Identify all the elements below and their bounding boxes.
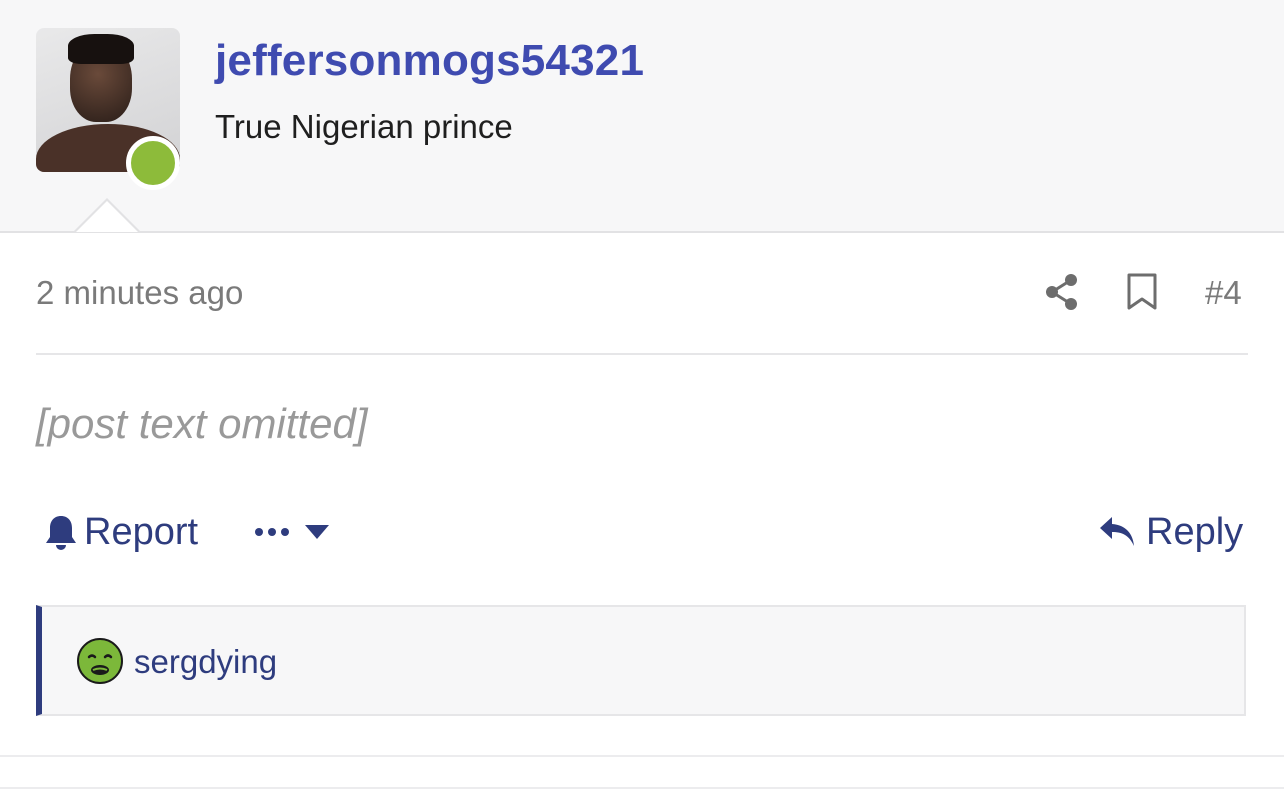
post-number-link[interactable]: #4	[1205, 274, 1242, 312]
avatar-hair	[68, 34, 134, 64]
post-body: [post text omitted]	[36, 400, 368, 447]
dots-icon	[255, 528, 289, 536]
post-user-header: jeffersonmogs54321 True Nigerian prince	[0, 0, 1284, 233]
bookmark-icon[interactable]	[1126, 273, 1158, 311]
reply-button[interactable]: Reply	[1098, 508, 1243, 556]
chevron-down-icon	[305, 525, 329, 539]
user-title: True Nigerian prince	[215, 108, 513, 145]
report-label: Report	[84, 510, 199, 553]
username-link[interactable]: jeffersonmogs54321	[215, 36, 644, 86]
reactions-bar[interactable]: sergdying	[36, 605, 1246, 716]
online-status-indicator	[126, 136, 180, 190]
divider	[36, 353, 1248, 355]
reply-label: Reply	[1146, 510, 1244, 553]
reaction-user-link[interactable]: sergdying	[134, 643, 277, 681]
header-caret-inner	[76, 201, 138, 232]
divider	[0, 755, 1284, 757]
share-icon[interactable]	[1044, 273, 1080, 311]
post-timestamp[interactable]: 2 minutes ago	[36, 274, 243, 312]
bell-icon	[46, 516, 76, 550]
nauseated-face-icon	[77, 638, 123, 684]
report-button[interactable]: Report	[44, 508, 198, 556]
divider	[0, 787, 1284, 789]
reply-icon	[1100, 517, 1134, 546]
more-options-menu[interactable]	[254, 512, 330, 552]
